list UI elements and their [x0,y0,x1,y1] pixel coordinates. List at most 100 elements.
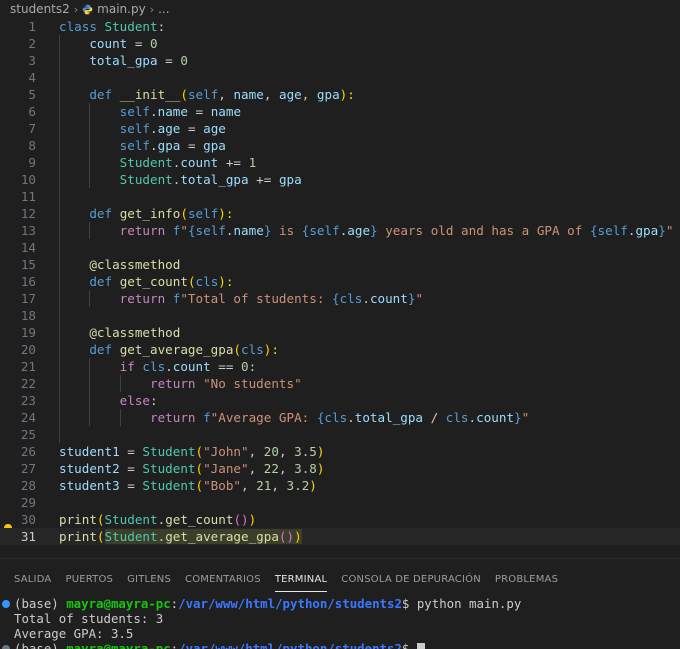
code-token: gpa [316,87,340,102]
code-line[interactable]: 17 return f"Total of students: {cls.coun… [0,290,680,307]
code-token: self [119,121,151,136]
code-token: , [263,87,279,102]
code-line[interactable]: 5 def __init__(self, name, age, gpa): [0,86,680,103]
terminal-cursor [416,643,425,649]
code-token: gpa [203,138,226,153]
breadcrumb-symbols[interactable]: ... [158,2,169,16]
code-line[interactable]: 26 student1 = Student("John", 20, 3.5) [0,443,680,460]
code-token: cls [324,410,348,425]
code-token: total_gpa [89,53,158,68]
code-token: } [370,223,378,238]
code-token: Student [119,155,173,170]
code-token: , [218,87,234,102]
line-number: 23 [20,393,36,408]
code-token: class [59,19,105,34]
panel-tabs: SALIDA PUERTOS GITLENS COMENTARIOS TERMINAL C… [0,566,680,594]
code-token: return [119,223,173,238]
code-line[interactable]: 19 @classmethod [0,324,680,341]
code-line[interactable]: 9 Student.count += 1 [0,154,680,171]
code-token: ) [309,478,317,493]
breadcrumb-folder[interactable]: students2 [0,2,70,16]
code-line[interactable]: 25 [0,426,680,443]
code-token: age [278,87,302,102]
line-number: 1 [28,19,36,34]
code-line[interactable]: 14 [0,239,680,256]
code-line[interactable]: 29 [0,494,680,511]
tab-consola-de-depuración[interactable]: CONSOLA DE DEPURACIÓN [334,566,488,594]
line-number: 14 [20,240,36,255]
terminal[interactable]: (base) mayra@mayra-pc:/var/www/html/pyth… [0,596,680,649]
code-line[interactable]: 23 else: [0,392,680,409]
code-text: def get_count(cls): [59,273,233,290]
code-editor[interactable]: 1 class Student: 2 count = 03 total_gpa = … [0,18,680,558]
tab-terminal[interactable]: TERMINAL [268,566,334,594]
code-token: student2 [59,461,120,476]
code-line[interactable]: 3 total_gpa = 0 [0,52,680,69]
code-token: get_info [119,206,181,221]
code-token: count [172,359,211,374]
code-token: is [271,223,302,238]
code-text: def get_info(self): [59,205,233,222]
tab-comentarios[interactable]: COMENTARIOS [178,566,268,594]
command-status-icon[interactable] [2,600,10,608]
code-token: () [233,512,249,527]
code-line[interactable]: 10 Student.total_gpa += gpa [0,171,680,188]
code-line[interactable]: 20 def get_average_gpa(cls): [0,341,680,358]
code-token: 22 [263,461,279,476]
code-token: , [271,478,287,493]
code-token: 21 [256,478,272,493]
line-number: 9 [28,155,36,170]
code-line[interactable]: 27 student2 = Student("Jane", 22, 3.8) [0,460,680,477]
code-token: if [119,359,143,374]
code-token: cls [445,410,469,425]
code-token: ( [96,529,105,544]
code-token: += [218,155,249,170]
code-line[interactable]: 30 print(Student.get_count()) [0,511,680,528]
code-token: = [157,53,181,68]
code-line[interactable]: 11 [0,188,680,205]
code-line[interactable]: 31 print(Student.get_average_gpa()) [0,528,680,545]
terminal-output-line: Total of students: 3 [14,611,164,626]
code-token: return [119,291,173,306]
tab-puertos[interactable]: PUERTOS [58,566,120,594]
code-token: " [521,410,530,425]
tab-gitlens[interactable]: GITLENS [120,566,178,594]
code-line[interactable]: 15 @classmethod [0,256,680,273]
code-line[interactable]: 4 [0,69,680,86]
code-line[interactable]: 21 if cls.count == 0: [0,358,680,375]
command-status-icon[interactable] [2,645,10,649]
code-line[interactable]: 28 student3 = Student("Bob", 21, 3.2) [0,477,680,494]
code-line[interactable]: 1 class Student: [0,18,680,35]
code-line[interactable]: 18 [0,307,680,324]
code-line[interactable]: 24 return f"Average GPA: {cls.total_gpa … [0,409,680,426]
code-token: 3.2 [286,478,310,493]
chevron-right-icon: › [149,2,155,16]
code-line[interactable]: 6 self.name = name [0,103,680,120]
code-line[interactable]: 8 self.gpa = gpa [0,137,680,154]
line-number: 8 [28,138,36,153]
code-token: ): [218,206,234,221]
code-token: ( [195,444,204,459]
code-line[interactable]: 13 return f"{self.name} is {self.age} ye… [0,222,680,239]
code-line[interactable]: 12 def get_info(self): [0,205,680,222]
code-text: Student.total_gpa += gpa [59,171,302,188]
code-line[interactable]: 16 def get_count(cls): [0,273,680,290]
code-line[interactable]: 2 count = 0 [0,35,680,52]
code-token: { [589,223,598,238]
code-token: . [468,410,477,425]
code-token: count [180,155,219,170]
tab-salida[interactable]: SALIDA [0,566,58,594]
code-line[interactable]: 22 return "No students" [0,375,680,392]
code-line[interactable]: 7 self.age = age [0,120,680,137]
code-token: "Jane" [203,461,249,476]
code-token: cls [241,342,264,357]
breadcrumb-file[interactable]: main.py [97,2,146,16]
line-number: 11 [20,189,36,204]
code-token: == [210,359,242,374]
tab-problemas[interactable]: PROBLEMAS [488,566,565,594]
